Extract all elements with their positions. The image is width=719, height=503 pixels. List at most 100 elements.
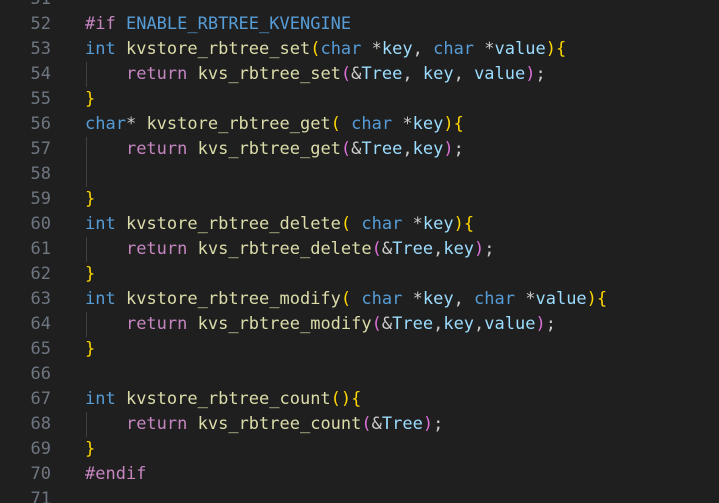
token-plain: & [371,414,382,434]
code-text[interactable]: } [85,187,95,212]
code-line[interactable]: 69} [0,437,719,462]
code-line[interactable]: 63 int kvstore_rbtree_modify( char *key, … [0,287,719,312]
code-line[interactable]: 61 return kvs_rbtree_delete(&Tree,key); [0,237,719,262]
code-line[interactable]: 64 return kvs_rbtree_modify(&Tree,key,va… [0,312,719,337]
code-line[interactable]: 65} [0,337,719,362]
code-line[interactable]: 57 return kvs_rbtree_get(&Tree,key); [0,137,719,162]
token-b1: { [453,114,464,134]
indent-guide [86,162,87,187]
code-line[interactable]: 54 return kvs_rbtree_set(&Tree, key, val… [0,62,719,87]
token-ctl: return [125,314,188,334]
token-b2: ) [535,314,546,334]
token-var: key [443,239,475,259]
code-line[interactable]: 68 return kvs_rbtree_count(&Tree); [0,412,719,437]
token-b2: ( [340,64,352,84]
token-b1: ( [340,289,352,309]
line-number: 66 [30,364,51,384]
code-line[interactable]: 70 #endif [0,462,719,487]
code-line[interactable]: 51 [0,0,719,12]
line-number: 59 [30,189,51,209]
code-text[interactable]: return kvs_rbtree_get(&Tree,key); [85,137,464,162]
token-fn: kvstore_rbtree_count [125,389,331,409]
token-var: key [422,289,454,309]
code-text[interactable]: return kvs_rbtree_delete(&Tree,key); [85,237,495,262]
token-plain: , [453,289,475,309]
code-line[interactable]: 55} [0,87,719,112]
token-plain: & [381,239,393,259]
token-kw: char [351,114,393,134]
code-line[interactable]: 56 char* kvstore_rbtree_get( char *key){ [0,112,719,137]
code-text[interactable]: int kvstore_rbtree_delete( char *key){ [85,212,474,237]
token-b2: ) [443,139,454,159]
token-b1: ) [545,39,556,59]
token-plain: ; [545,314,556,334]
token-b1: ) [443,114,454,134]
code-lines[interactable]: 51 52 #if ENABLE_RBTREE_KVENGINE 53 int kvst… [0,0,719,503]
token-var: Tree [361,139,403,159]
code-line[interactable]: 67 int kvstore_rbtree_count(){ [0,387,719,412]
token-b1: } [85,339,96,359]
token-var: key [412,114,444,134]
token-b1: { [596,289,608,309]
line-number: 60 [30,214,51,234]
code-text[interactable]: } [85,262,95,287]
code-text[interactable]: return kvs_rbtree_count(&Tree); [85,412,443,437]
line-number: 53 [30,39,51,59]
code-text[interactable]: return kvs_rbtree_set(&Tree, key, value)… [85,62,546,87]
token-b2: ( [371,314,382,334]
code-text[interactable]: int kvstore_rbtree_modify( char *key, ch… [85,287,607,312]
line-number: 55 [30,89,51,109]
token-var: key [381,39,413,59]
code-line[interactable]: 53 int kvstore_rbtree_set(char *key, char… [0,37,719,62]
token-plain: ; [484,239,495,259]
code-editor[interactable]: 51 52 #if ENABLE_RBTREE_KVENGINE 53 int kvst… [0,0,719,503]
token-b1: ) [340,389,352,409]
token-b2: ) [422,414,434,434]
token-plain: * [361,39,382,59]
token-kw: int [85,214,116,234]
code-line[interactable]: 60 int kvstore_rbtree_delete( char *key){ [0,212,719,237]
code-text[interactable]: } [85,87,95,112]
code-line[interactable]: 66 [0,362,719,387]
token-var: value [494,39,546,59]
line-number: 51 [0,0,51,12]
token-kw: char [361,289,403,309]
token-ctl: return [125,239,188,259]
token-b1: } [85,264,96,284]
line-number: 54 [30,64,51,84]
line-number: 71 [30,489,51,503]
line-number: 68 [30,414,51,434]
token-b1: ( [330,114,341,134]
code-text[interactable]: return kvs_rbtree_modify(&Tree,key,value… [85,312,556,337]
code-line[interactable]: 62} [0,262,719,287]
token-var: Tree [392,239,434,259]
token-var: key [412,139,444,159]
token-fn: kvstore_rbtree_modify [125,289,341,309]
code-line[interactable]: 71 [0,487,719,503]
code-text[interactable]: char* kvstore_rbtree_get( char *key){ [85,112,464,137]
code-text[interactable]: int kvstore_rbtree_set(char *key, char *… [85,37,566,62]
code-line[interactable]: 59} [0,187,719,212]
code-text[interactable]: } [85,437,95,462]
token-kw: int [85,39,116,59]
token-fn: kvs_rbtree_get [197,139,341,159]
token-plain: * [392,114,413,134]
token-b2: ( [361,414,372,434]
code-line[interactable]: 58 [0,162,719,187]
token-plain: ; [535,64,546,84]
code-text[interactable]: #endif [85,462,146,487]
token-pp: #if [85,14,116,34]
token-plain: , [412,39,434,59]
code-text[interactable]: #if ENABLE_RBTREE_KVENGINE [85,12,351,37]
code-line[interactable]: 52 #if ENABLE_RBTREE_KVENGINE [0,12,719,37]
token-kw: char [361,214,403,234]
code-text[interactable]: int kvstore_rbtree_count(){ [85,387,361,412]
code-text[interactable]: } [85,337,95,362]
token-var: value [474,64,526,84]
